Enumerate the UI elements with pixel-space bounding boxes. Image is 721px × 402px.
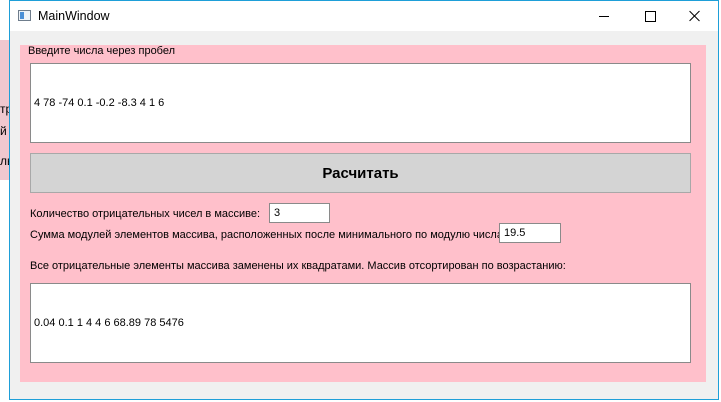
input-label: Введите числа через пробел bbox=[28, 45, 176, 57]
maximize-button[interactable] bbox=[627, 1, 673, 31]
negatives-count-label: Количество отрицательных чисел в массиве… bbox=[30, 208, 261, 220]
negatives-count-field[interactable]: 3 bbox=[269, 203, 330, 223]
result-label: Все отрицательные элементы массива замен… bbox=[30, 260, 566, 272]
abs-sum-value: 19.5 bbox=[504, 227, 526, 239]
background-window-text: й bbox=[0, 124, 7, 138]
main-panel: Введите числа через пробел 4 78 -74 0.1 … bbox=[20, 45, 706, 382]
result-output-value: 0.04 0.1 1 4 4 6 68.89 78 5476 bbox=[34, 317, 184, 329]
abs-sum-label: Сумма модулей элементов массива, располо… bbox=[30, 229, 507, 241]
minimize-button[interactable] bbox=[581, 1, 627, 31]
maximize-icon bbox=[644, 10, 656, 22]
calculate-button[interactable]: Расчитать bbox=[30, 153, 691, 193]
minimize-icon bbox=[599, 15, 609, 17]
abs-sum-field[interactable]: 19.5 bbox=[499, 223, 561, 243]
numbers-input-value: 4 78 -74 0.1 -0.2 -8.3 4 1 6 bbox=[34, 97, 165, 109]
close-icon bbox=[689, 10, 701, 22]
main-window: MainWindow Введите числа через пробел 4 … bbox=[9, 0, 719, 400]
title-bar[interactable]: MainWindow bbox=[10, 1, 718, 31]
result-output[interactable]: 0.04 0.1 1 4 4 6 68.89 78 5476 bbox=[30, 283, 691, 363]
calculate-button-label: Расчитать bbox=[322, 164, 399, 182]
window-title: MainWindow bbox=[38, 9, 110, 23]
window-icon bbox=[18, 10, 31, 21]
close-button[interactable] bbox=[672, 1, 718, 31]
negatives-count-value: 3 bbox=[274, 207, 281, 219]
numbers-input[interactable]: 4 78 -74 0.1 -0.2 -8.3 4 1 6 bbox=[30, 63, 691, 143]
